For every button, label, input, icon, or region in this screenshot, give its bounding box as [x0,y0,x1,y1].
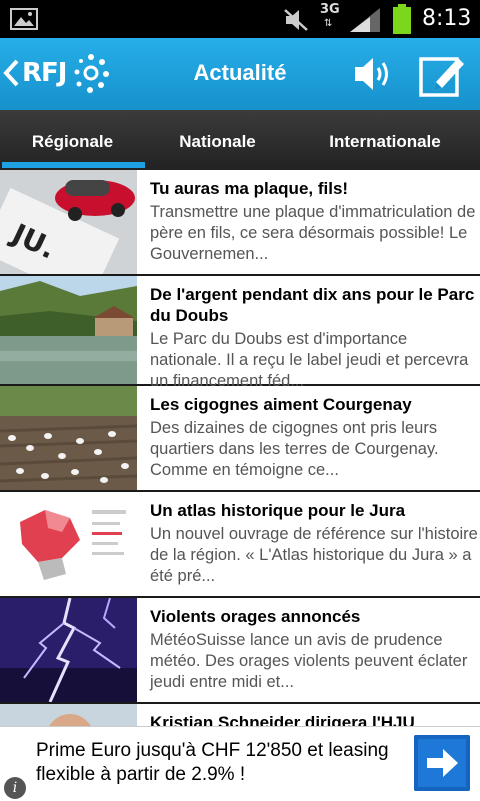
list-item[interactable]: Les cigognes aiment Courgenay Des dizain… [0,386,480,492]
article-thumbnail [0,386,137,490]
article-thumbnail [0,276,137,384]
article-title: Un atlas historique pour le Jura [150,501,406,520]
mute-icon [284,9,308,31]
list-item[interactable]: De l'argent pendant dix ans pour le Parc… [0,276,480,390]
list-item[interactable]: Kristian Schneider dirigera l'HJU [0,704,480,726]
edit-icon[interactable] [418,52,466,98]
article-thumbnail: JU. [0,170,137,274]
article-summary: Le Parc du Doubs est d'importance nation… [150,330,469,390]
article-thumbnail [0,598,137,702]
clock: 8:13 [422,6,472,31]
speaker-icon[interactable] [352,54,394,94]
app-bar: RFJ Actualité [0,38,480,110]
article-title: Kristian Schneider dirigera l'HJU [150,713,415,726]
article-title: Violents orages annoncés [150,607,361,626]
ad-arrow-button[interactable] [414,735,470,791]
list-item[interactable]: JU. Tu auras ma plaque, fils! Transmettr… [0,170,480,276]
tab-nationale[interactable]: Nationale [145,110,290,170]
gallery-notification-icon [10,8,38,30]
data-activity-icon: ⇅ [324,18,333,29]
article-list[interactable]: JU. Tu auras ma plaque, fils! Transmettr… [0,170,480,726]
ad-text[interactable]: Prime Euro jusqu'à CHF 12'850 et leasing… [36,739,406,787]
status-bar: 3G ⇅ 8:13 [0,0,480,38]
section-tabs: Régionale Nationale Internationale [0,110,480,170]
tab-selected-indicator [2,162,145,168]
list-item[interactable]: Violents orages annoncés MétéoSuisse lan… [0,598,480,704]
article-title: Les cigognes aiment Courgenay [150,395,412,414]
list-item[interactable]: Un atlas historique pour le Jura Un nouv… [0,492,480,598]
article-thumbnail [0,492,137,596]
ad-banner[interactable]: i Prime Euro jusqu'à CHF 12'850 et leasi… [0,726,480,801]
tab-regionale[interactable]: Régionale [0,110,145,170]
page-title: Actualité [193,60,287,85]
signal-icon [350,8,380,32]
article-title: Tu auras ma plaque, fils! [150,179,349,198]
article-summary: Un nouvel ouvrage de référence sur l'his… [150,525,478,585]
tab-internationale[interactable]: Internationale [290,110,480,170]
article-summary: Des dizaines de cigognes ont pris leurs … [150,419,439,479]
battery-icon [393,4,411,34]
article-title: De l'argent pendant dix ans pour le Parc… [150,285,475,325]
article-summary: Transmettre une plaque d'immatriculation… [150,203,476,263]
ad-info-icon[interactable]: i [4,777,26,799]
article-thumbnail [0,704,137,726]
article-summary: MétéoSuisse lance un avis de prudence mé… [150,631,468,691]
network-type: 3G [320,2,340,17]
